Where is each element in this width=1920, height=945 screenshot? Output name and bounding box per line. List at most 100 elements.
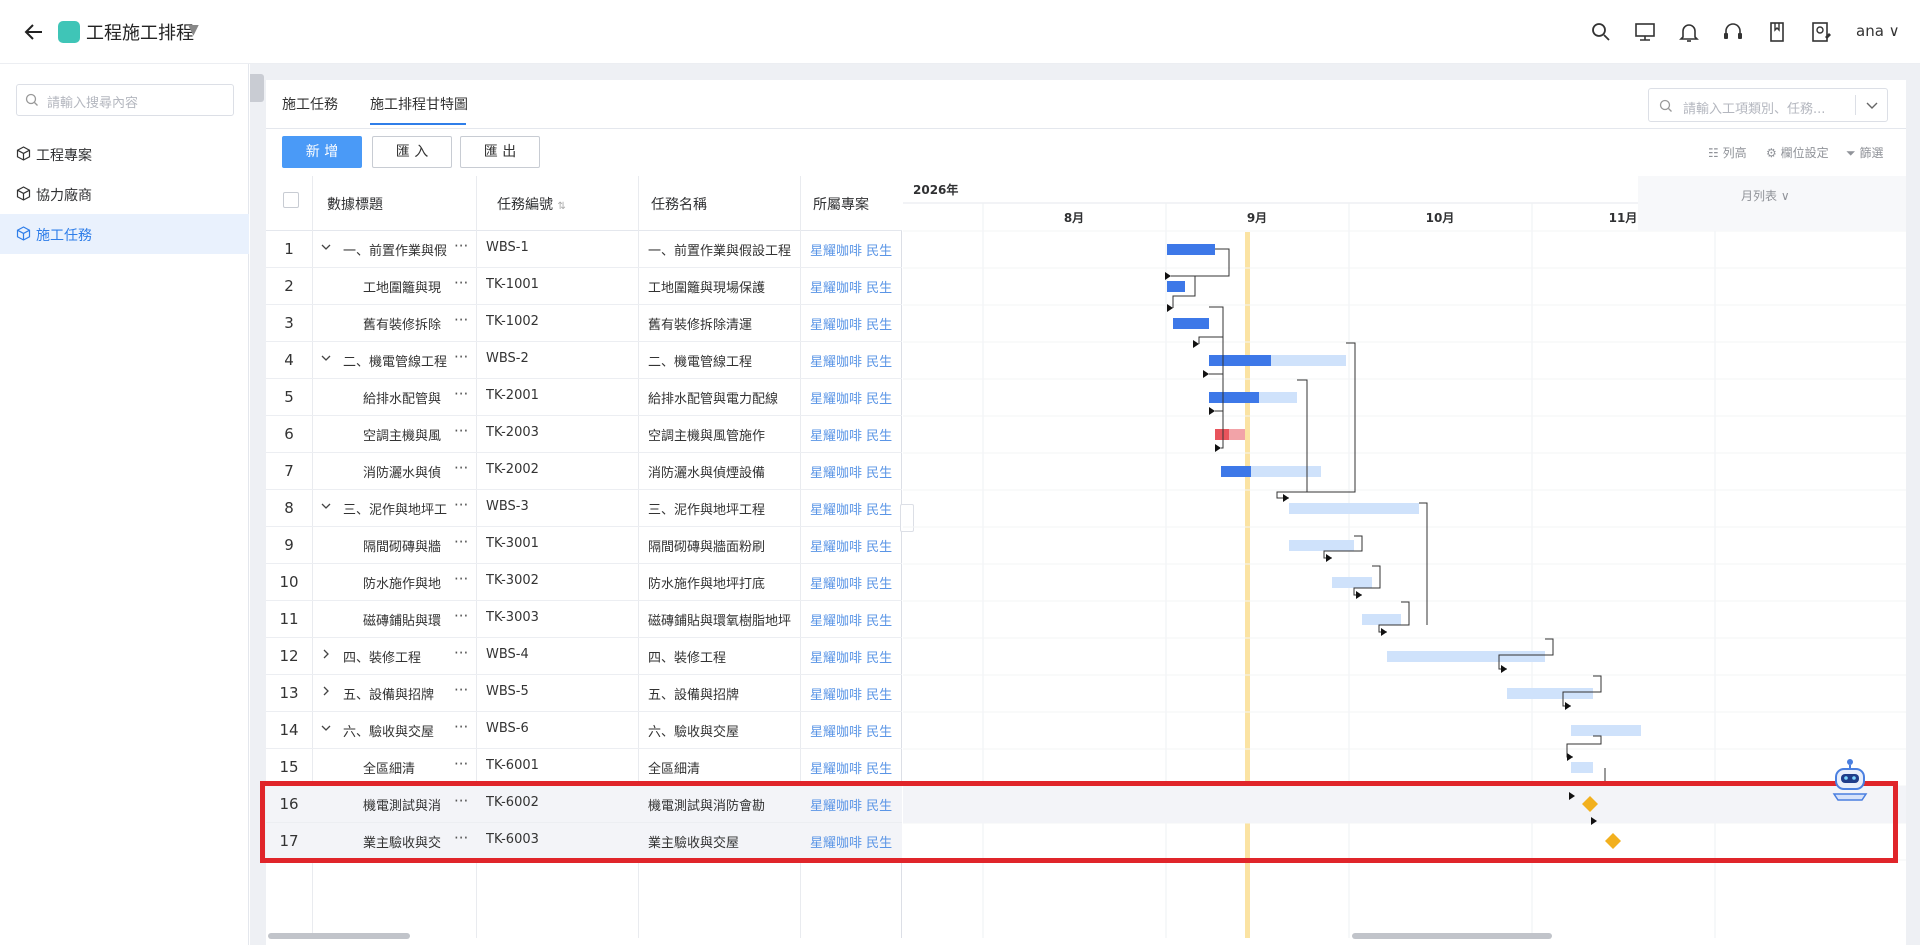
filter-tool[interactable]: ⏷ 篩選: [1846, 144, 1883, 161]
task-project-link[interactable]: 星耀咖啡 民生: [810, 425, 902, 444]
task-title[interactable]: 給排水配管與: [363, 388, 448, 407]
tab-tasks[interactable]: 施工任務: [282, 94, 338, 114]
task-title[interactable]: 防水施作與地: [363, 573, 448, 592]
task-project-link[interactable]: 星耀咖啡 民生: [810, 573, 902, 592]
expand-toggle-icon[interactable]: [320, 648, 332, 660]
more-options-icon[interactable]: ···: [454, 607, 468, 625]
task-bar[interactable]: [1571, 725, 1641, 736]
monitor-icon[interactable]: [1632, 19, 1658, 45]
table-row[interactable]: 13 五、設備與招牌 ··· WBS-5 五、設備與招牌 星耀咖啡 民生: [266, 675, 902, 712]
task-project-link[interactable]: 星耀咖啡 民生: [810, 647, 902, 666]
expand-toggle-icon[interactable]: [320, 241, 332, 253]
task-project-link[interactable]: 星耀咖啡 民生: [810, 277, 902, 296]
header-name[interactable]: 任務名稱: [651, 194, 707, 214]
back-arrow-icon[interactable]: [20, 18, 48, 46]
search-icon[interactable]: [1588, 19, 1614, 45]
task-title[interactable]: 隔間砌磚與牆: [363, 536, 448, 555]
task-bar-progress[interactable]: [1167, 281, 1185, 292]
task-bar-progress[interactable]: [1209, 355, 1271, 366]
task-bar-critical-progress[interactable]: [1215, 429, 1229, 440]
task-project-link[interactable]: 星耀咖啡 民生: [810, 536, 902, 555]
task-search-input[interactable]: 請輸入工項類別、任務...: [1648, 88, 1888, 122]
table-row[interactable]: 2 工地圍籬與現 ··· TK-1001 工地圍籬與現場保護 星耀咖啡 民生: [266, 268, 902, 305]
more-options-icon[interactable]: ···: [454, 311, 468, 329]
sidebar-search-input[interactable]: 請輸入搜尋內容: [16, 84, 234, 116]
task-project-link[interactable]: 星耀咖啡 民生: [810, 351, 902, 370]
table-row[interactable]: 9 隔間砌磚與牆 ··· TK-3001 隔間砌磚與牆面粉刷 星耀咖啡 民生: [266, 527, 902, 564]
app-switch-caret-icon[interactable]: ▼: [188, 22, 199, 38]
table-row[interactable]: 10 防水施作與地 ··· TK-3002 防水施作與地坪打底 星耀咖啡 民生: [266, 564, 902, 601]
bookmark-icon[interactable]: [1764, 19, 1790, 45]
field-settings-tool[interactable]: ⚙ 欄位設定: [1766, 144, 1829, 161]
app-title[interactable]: 工程施工排程: [86, 19, 194, 45]
more-options-icon[interactable]: ···: [454, 792, 468, 810]
table-row[interactable]: 14 六、驗收與交屋 ··· WBS-6 六、驗收與交屋 星耀咖啡 民生: [266, 712, 902, 749]
task-title[interactable]: 四、裝修工程: [343, 647, 448, 666]
sidebar-item-partners[interactable]: 協力廠商: [0, 174, 249, 214]
task-title[interactable]: 全區細清: [363, 758, 448, 777]
view-mode-selector[interactable]: 月列表 ∨: [1741, 189, 1790, 203]
task-bar[interactable]: [1387, 651, 1545, 662]
more-options-icon[interactable]: ···: [454, 644, 468, 662]
more-options-icon[interactable]: ···: [454, 533, 468, 551]
header-code[interactable]: 任務編號 ⇅: [497, 194, 566, 214]
more-options-icon[interactable]: ···: [454, 718, 468, 736]
more-options-icon[interactable]: ···: [454, 422, 468, 440]
task-project-link[interactable]: 星耀咖啡 民生: [810, 462, 902, 481]
more-options-icon[interactable]: ···: [454, 681, 468, 699]
task-title[interactable]: 一、前置作業與假: [343, 240, 448, 259]
milestone-diamond[interactable]: [1605, 833, 1621, 849]
more-options-icon[interactable]: ···: [454, 348, 468, 366]
sidebar-item-tasks[interactable]: 施工任務: [0, 214, 249, 254]
expand-toggle-icon[interactable]: [320, 500, 332, 512]
table-row[interactable]: 15 全區細清 ··· TK-6001 全區細清 星耀咖啡 民生: [266, 749, 902, 786]
task-title[interactable]: 舊有裝修拆除: [363, 314, 448, 333]
expand-toggle-icon[interactable]: [320, 722, 332, 734]
table-row[interactable]: 1 一、前置作業與假 ··· WBS-1 一、前置作業與假設工程 星耀咖啡 民生: [266, 231, 902, 268]
table-row[interactable]: 8 三、泥作與地坪工 ··· WBS-3 三、泥作與地坪工程 星耀咖啡 民生: [266, 490, 902, 527]
more-options-icon[interactable]: ···: [454, 274, 468, 292]
task-bar[interactable]: [1332, 577, 1372, 588]
header-project[interactable]: 所屬專案: [813, 194, 869, 214]
task-bar-progress[interactable]: [1173, 318, 1209, 329]
task-bar[interactable]: [1289, 503, 1419, 514]
task-bar-progress[interactable]: [1221, 466, 1251, 477]
task-title[interactable]: 消防灑水與偵: [363, 462, 448, 481]
task-bar-progress[interactable]: [1167, 244, 1215, 255]
more-options-icon[interactable]: ···: [454, 385, 468, 403]
headset-icon[interactable]: [1720, 19, 1746, 45]
task-title[interactable]: 空調主機與風: [363, 425, 448, 444]
row-height-tool[interactable]: ☷ 列高: [1708, 144, 1747, 161]
expand-toggle-icon[interactable]: [320, 352, 332, 364]
more-options-icon[interactable]: ···: [454, 755, 468, 773]
user-edit-icon[interactable]: [1808, 19, 1834, 45]
task-project-link[interactable]: 星耀咖啡 民生: [810, 499, 902, 518]
table-row[interactable]: 17 業主驗收與交 ··· TK-6003 業主驗收與交屋 星耀咖啡 民生: [266, 823, 902, 860]
task-title[interactable]: 六、驗收與交屋: [343, 721, 448, 740]
export-button[interactable]: 匯 出: [460, 136, 540, 168]
task-title[interactable]: 三、泥作與地坪工: [343, 499, 448, 518]
chevron-down-icon[interactable]: [1865, 99, 1879, 113]
table-row[interactable]: 4 二、機電管線工程 ··· WBS-2 二、機電管線工程 星耀咖啡 民生: [266, 342, 902, 379]
expand-toggle-icon[interactable]: [320, 685, 332, 697]
chart-horizontal-scrollbar[interactable]: [1352, 933, 1552, 939]
task-project-link[interactable]: 星耀咖啡 民生: [810, 240, 902, 259]
sidebar-item-projects[interactable]: 工程專案: [0, 134, 249, 174]
sort-icon[interactable]: ⇅: [557, 201, 565, 212]
bell-icon[interactable]: [1676, 19, 1702, 45]
task-project-link[interactable]: 星耀咖啡 民生: [810, 388, 902, 407]
tab-gantt[interactable]: 施工排程甘特圖: [370, 94, 468, 114]
table-row[interactable]: 6 空調主機與風 ··· TK-2003 空調主機與風管施作 星耀咖啡 民生: [266, 416, 902, 453]
task-title[interactable]: 二、機電管線工程: [343, 351, 448, 370]
task-project-link[interactable]: 星耀咖啡 民生: [810, 795, 902, 814]
task-project-link[interactable]: 星耀咖啡 民生: [810, 610, 902, 629]
task-bar[interactable]: [1289, 540, 1354, 551]
task-project-link[interactable]: 星耀咖啡 民生: [810, 314, 902, 333]
task-bar-progress[interactable]: [1209, 392, 1259, 403]
more-options-icon[interactable]: ···: [454, 459, 468, 477]
table-row[interactable]: 12 四、裝修工程 ··· WBS-4 四、裝修工程 星耀咖啡 民生: [266, 638, 902, 675]
task-project-link[interactable]: 星耀咖啡 民生: [810, 721, 902, 740]
header-title[interactable]: 數據標題: [327, 194, 383, 214]
table-row[interactable]: 3 舊有裝修拆除 ··· TK-1002 舊有裝修拆除清運 星耀咖啡 民生: [266, 305, 902, 342]
more-options-icon[interactable]: ···: [454, 496, 468, 514]
